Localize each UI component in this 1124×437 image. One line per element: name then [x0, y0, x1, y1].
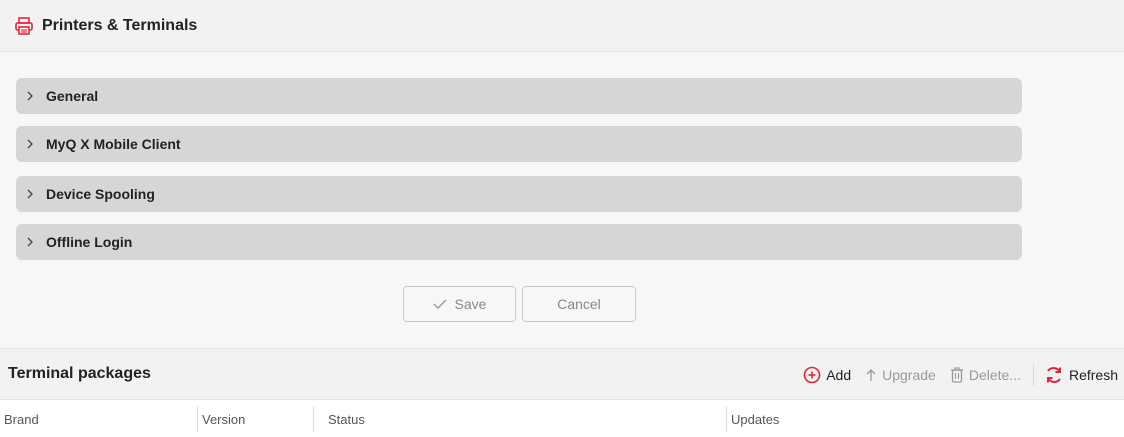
settings-panel: General MyQ X Mobile Client Device Spool…	[0, 52, 1124, 348]
section-label: General	[46, 88, 99, 104]
column-header-brand[interactable]: Brand	[0, 406, 196, 432]
refresh-label: Refresh	[1068, 367, 1118, 383]
trash-icon	[950, 367, 964, 383]
upgrade-button[interactable]: Upgrade	[865, 367, 936, 383]
column-header-version[interactable]: Version	[197, 406, 312, 432]
terminal-packages-header: Terminal packages Add Upgrade Delete... …	[0, 348, 1124, 400]
chevron-right-icon	[26, 189, 40, 199]
section-myq-x-mobile-client[interactable]: MyQ X Mobile Client	[16, 126, 1022, 162]
section-offline-login[interactable]: Offline Login	[16, 224, 1022, 260]
chevron-right-icon	[26, 91, 40, 101]
delete-button[interactable]: Delete...	[950, 367, 1021, 383]
check-icon	[433, 298, 447, 310]
cancel-button-label: Cancel	[557, 296, 601, 312]
column-label: Version	[202, 411, 246, 427]
save-button[interactable]: Save	[403, 286, 516, 322]
toolbar-divider	[1032, 364, 1034, 386]
section-title: Terminal packages	[8, 365, 151, 382]
cancel-button[interactable]: Cancel	[522, 286, 636, 322]
arrow-up-icon	[865, 368, 877, 382]
plus-circle-icon	[803, 366, 821, 384]
refresh-button[interactable]: Refresh	[1044, 365, 1118, 385]
save-button-label: Save	[454, 296, 487, 312]
printers-terminals-page: Printers & Terminals General MyQ X Mobil…	[0, 0, 1124, 437]
page-header: Printers & Terminals	[0, 0, 1124, 52]
column-header-status[interactable]: Status	[313, 406, 725, 432]
section-label: Offline Login	[46, 234, 133, 250]
packages-toolbar: Add Upgrade Delete... Refresh	[789, 361, 1118, 389]
upgrade-label: Upgrade	[882, 367, 936, 383]
printer-icon	[14, 16, 34, 36]
delete-label: Delete...	[968, 367, 1021, 383]
column-header-updates[interactable]: Updates	[726, 406, 1124, 432]
column-label: Brand	[4, 411, 39, 427]
section-label: Device Spooling	[46, 186, 155, 202]
column-label: Updates	[731, 411, 780, 427]
chevron-right-icon	[26, 139, 40, 149]
add-button[interactable]: Add	[803, 366, 851, 384]
refresh-icon	[1044, 365, 1064, 385]
add-label: Add	[826, 367, 852, 383]
section-label: MyQ X Mobile Client	[46, 136, 181, 152]
packages-table-header: Brand Version Status Updates	[0, 400, 1124, 437]
column-label: Status	[328, 411, 365, 427]
section-general[interactable]: General	[16, 78, 1022, 114]
chevron-right-icon	[26, 237, 40, 247]
page-title: Printers & Terminals	[42, 16, 198, 34]
section-device-spooling[interactable]: Device Spooling	[16, 176, 1022, 212]
